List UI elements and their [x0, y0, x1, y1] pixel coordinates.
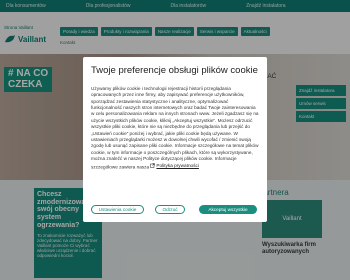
- cookie-consent-dialog: Twoje preferencje obsługi plików cookie …: [83, 57, 267, 222]
- cookie-settings-button[interactable]: Ustawienia cookie: [91, 205, 144, 214]
- privacy-policy-link[interactable]: Polityka prywatności: [150, 162, 199, 169]
- external-link-icon: [150, 163, 156, 169]
- dialog-body: Używamy plików cookie i technologii reje…: [91, 86, 260, 171]
- dialog-body-text: Używamy plików cookie i technologii reje…: [91, 85, 259, 170]
- dialog-actions: Ustawienia cookie Odrzuć Akceptuj wszyst…: [91, 205, 261, 214]
- privacy-policy-label: Polityka prywatności: [156, 162, 199, 168]
- dialog-title: Twoje preferencje obsługi plików cookie: [91, 65, 258, 76]
- reject-button[interactable]: Odrzuć: [155, 205, 185, 214]
- accept-all-button[interactable]: Akceptuj wszystkie: [199, 205, 257, 214]
